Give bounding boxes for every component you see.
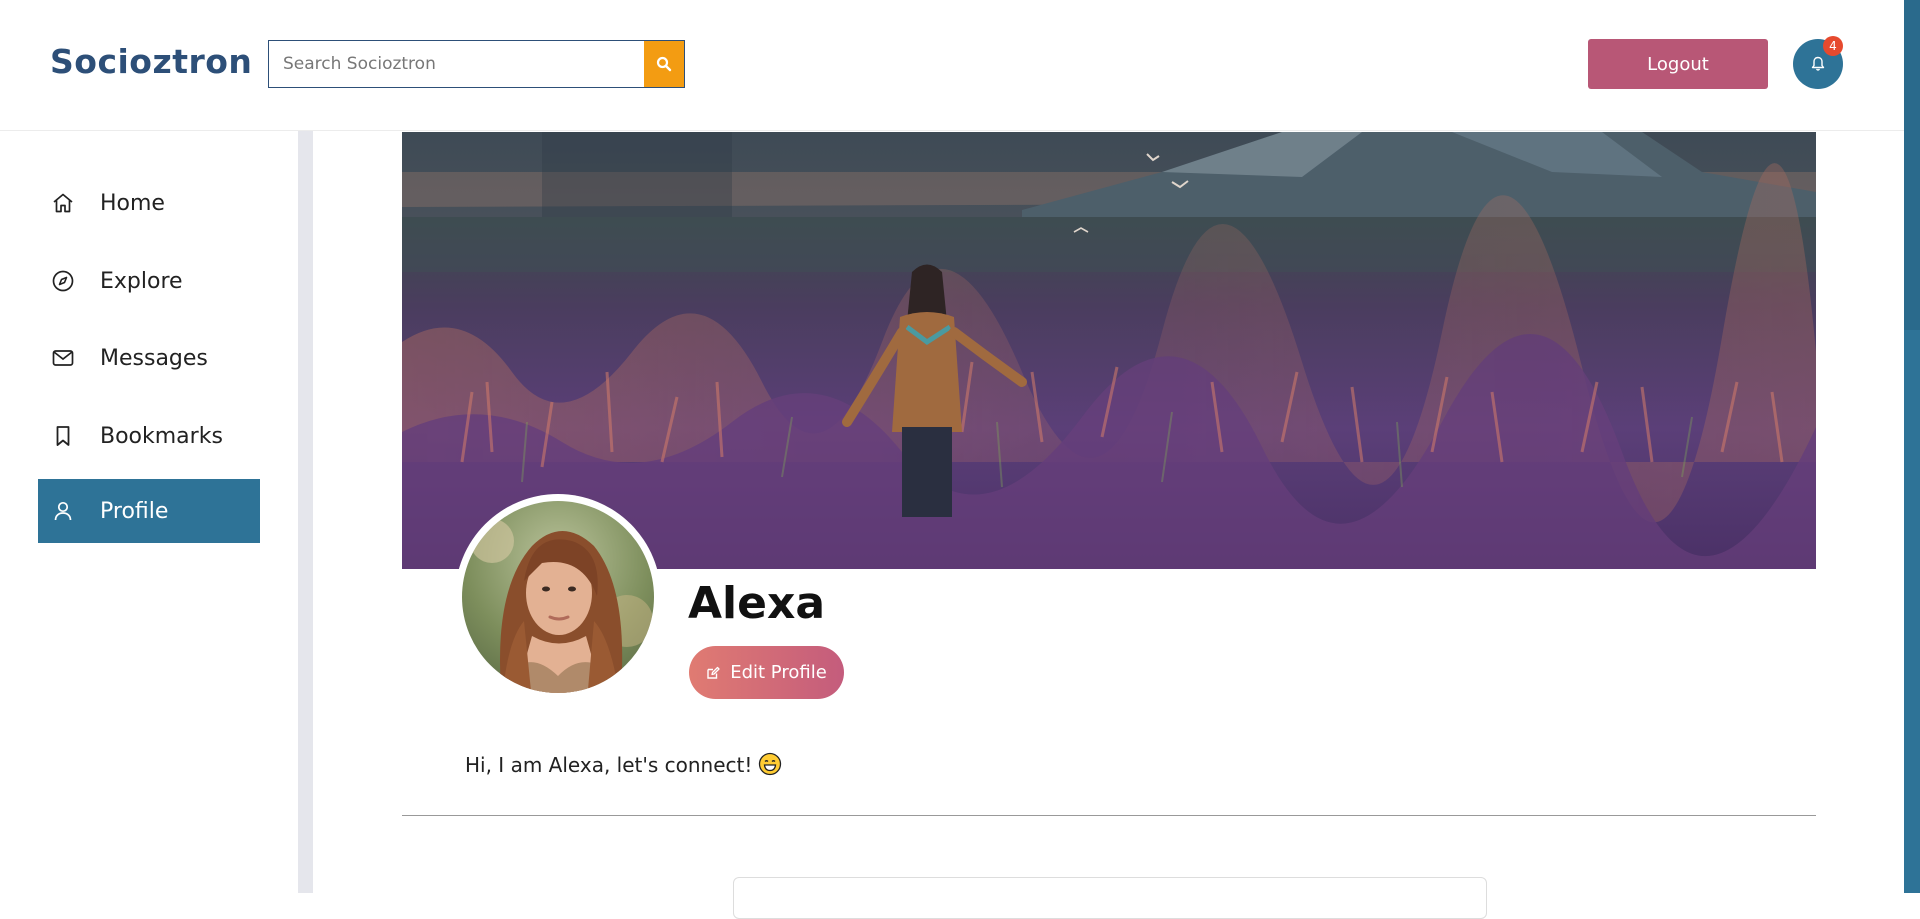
edit-profile-button[interactable]: Edit Profile: [689, 646, 844, 699]
compass-icon: [50, 268, 76, 294]
bio-text: Hi, I am Alexa, let's connect!: [465, 753, 753, 777]
notification-badge: 4: [1823, 36, 1843, 56]
sidebar-item-messages[interactable]: Messages: [38, 326, 260, 390]
brand-logo[interactable]: Socioztron: [50, 42, 252, 81]
sidebar-item-label: Messages: [100, 345, 208, 371]
bell-icon: [1811, 56, 1825, 71]
grinning-face-emoji: [759, 752, 782, 776]
scrollbar-thumb[interactable]: [1904, 0, 1920, 330]
bookmark-icon: [50, 423, 76, 449]
content-divider: [402, 815, 1816, 816]
sidebar-item-label: Explore: [100, 268, 183, 294]
post-card[interactable]: [733, 877, 1487, 919]
sidebar-item-home[interactable]: Home: [38, 171, 260, 235]
avatar[interactable]: [462, 501, 654, 693]
user-icon: [50, 498, 76, 524]
sidebar-item-label: Profile: [100, 498, 169, 524]
search-bar: [268, 40, 685, 88]
edit-profile-label: Edit Profile: [730, 662, 827, 683]
sidebar-border: [298, 131, 313, 893]
search-icon: [656, 56, 672, 72]
top-header: Socioztron Logout 4: [0, 0, 1904, 131]
edit-icon: [706, 666, 720, 680]
mail-icon: [50, 345, 76, 371]
cover-image: [402, 132, 1816, 569]
search-input[interactable]: [269, 41, 644, 87]
sidebar-item-label: Home: [100, 190, 165, 216]
profile-name: Alexa: [688, 578, 826, 629]
notifications-button[interactable]: 4: [1793, 36, 1843, 89]
sidebar-item-bookmarks[interactable]: Bookmarks: [38, 404, 260, 468]
home-icon: [50, 190, 76, 216]
profile-bio: Hi, I am Alexa, let's connect!: [465, 752, 782, 777]
logout-button[interactable]: Logout: [1588, 39, 1768, 89]
sidebar-item-profile[interactable]: Profile: [38, 479, 260, 543]
sidebar-item-label: Bookmarks: [100, 423, 223, 449]
search-button[interactable]: [644, 41, 684, 87]
sidebar-item-explore[interactable]: Explore: [38, 249, 260, 313]
